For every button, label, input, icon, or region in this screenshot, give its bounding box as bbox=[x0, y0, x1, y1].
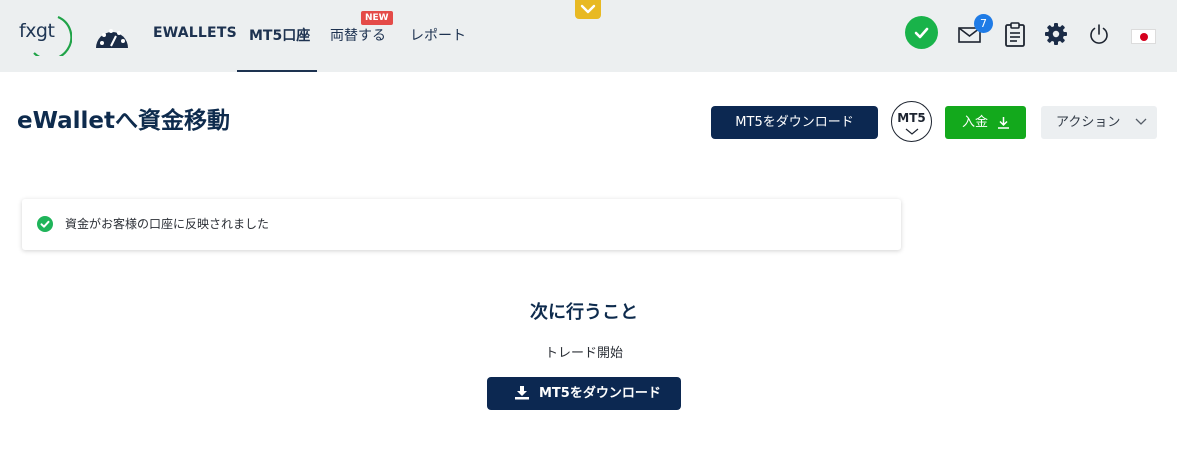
success-check-icon bbox=[37, 216, 53, 232]
fxgt-logo[interactable]: fxgt bbox=[14, 10, 72, 56]
collapse-toggle[interactable] bbox=[575, 0, 601, 19]
action-dropdown[interactable]: アクション bbox=[1041, 106, 1157, 139]
mt5-download-button[interactable]: MT5をダウンロード bbox=[711, 106, 878, 139]
power-icon[interactable] bbox=[1088, 23, 1110, 45]
download-icon bbox=[998, 117, 1009, 129]
new-badge: NEW bbox=[361, 11, 393, 25]
next-steps-subtitle: トレード開始 bbox=[544, 346, 623, 361]
deposit-label: 入金 bbox=[962, 115, 989, 130]
deposit-button[interactable]: 入金 bbox=[945, 106, 1026, 139]
verified-check-icon[interactable] bbox=[905, 16, 938, 49]
dashboard-icon[interactable] bbox=[94, 22, 130, 52]
page-title: eWalletへ資金移動 bbox=[17, 108, 231, 134]
mt5-platform-selector[interactable]: MT5 bbox=[891, 101, 932, 142]
gear-icon[interactable] bbox=[1045, 23, 1067, 45]
logo-text: fxgt bbox=[19, 20, 55, 42]
action-label: アクション bbox=[1056, 115, 1121, 130]
nav-mt5-accounts[interactable]: MT5口座 bbox=[249, 25, 310, 45]
chevron-down-icon bbox=[1135, 118, 1147, 125]
chevron-down-icon bbox=[905, 128, 919, 135]
nav-ewallets[interactable]: EWALLETS bbox=[153, 25, 237, 41]
mt5-badge-label: MT5 bbox=[897, 111, 926, 125]
active-tab-indicator bbox=[237, 70, 317, 72]
mail-count-badge: 7 bbox=[974, 14, 993, 33]
top-navbar: fxgt EWALLETS MT5口座 両替する NEW レポート 7 bbox=[0, 0, 1177, 72]
nav-exchange[interactable]: 両替する bbox=[330, 25, 386, 45]
download-label: MT5をダウンロード bbox=[539, 386, 661, 401]
mt5-download-button-bottom[interactable]: MT5をダウンロード bbox=[487, 377, 681, 410]
clipboard-icon[interactable] bbox=[1004, 22, 1026, 47]
download-icon bbox=[515, 386, 529, 400]
alert-message: 資金がお客様の口座に反映されました bbox=[65, 217, 270, 231]
nav-reports[interactable]: レポート bbox=[410, 25, 466, 45]
chevron-down-icon bbox=[580, 4, 596, 14]
success-alert: 資金がお客様の口座に反映されました bbox=[22, 199, 901, 250]
japan-flag-icon[interactable] bbox=[1131, 29, 1156, 44]
next-steps-title: 次に行うこと bbox=[530, 302, 638, 323]
